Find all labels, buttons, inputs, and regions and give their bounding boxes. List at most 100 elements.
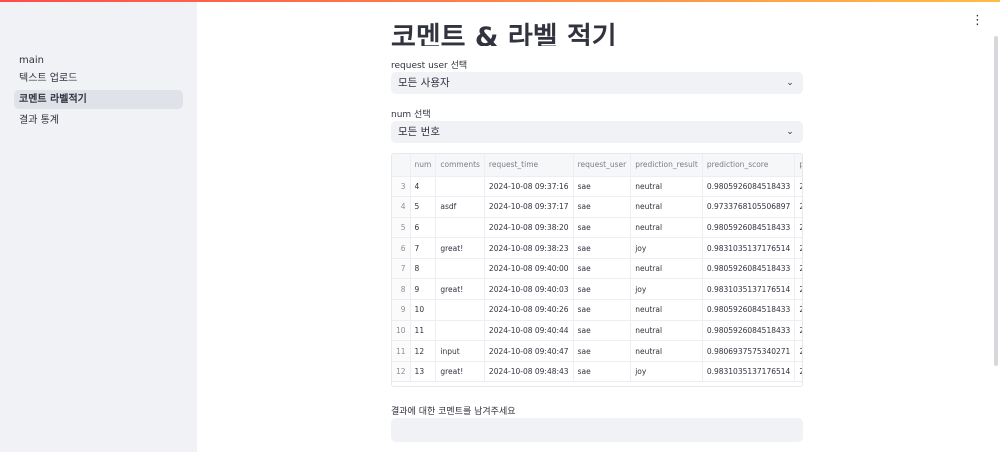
table-cell[interactable]: neutral bbox=[630, 196, 703, 218]
sidebar-item-comment-label[interactable]: 코멘트 라벨적기 bbox=[14, 90, 183, 109]
table-cell[interactable]: 7 bbox=[410, 237, 437, 259]
table-cell[interactable]: 2024-1 bbox=[794, 176, 802, 198]
table-cell[interactable]: 2024-1 bbox=[794, 278, 802, 301]
table-cell[interactable]: 4 bbox=[410, 176, 437, 198]
table-cell[interactable]: neutral bbox=[630, 320, 703, 342]
table-row[interactable]: 4 5 asdf 2024-10-08 09:37:17 sae neutral 0.973… bbox=[392, 196, 802, 218]
column-header[interactable]: request_time bbox=[484, 154, 574, 177]
table-cell[interactable]: great! bbox=[435, 237, 485, 259]
table-cell[interactable]: 2024-1 bbox=[794, 237, 802, 259]
request-user-select[interactable]: 모든 사용자 ⌄ bbox=[391, 72, 803, 94]
table-cell[interactable]: 0.9806937575340271 bbox=[702, 340, 796, 362]
table-row[interactable]: 7 8 2024-10-08 09:40:00 sae neutral 0.9805926… bbox=[392, 258, 802, 280]
table-cell[interactable]: 0.9831035137176514 bbox=[702, 237, 796, 259]
table-row[interactable]: 11 12 input 2024-10-08 09:40:47 sae neutral 0.… bbox=[392, 340, 802, 362]
table-cell[interactable]: 8 bbox=[410, 258, 437, 280]
table-row[interactable]: 12 13 great! 2024-10-08 09:48:43 sae joy 0.983… bbox=[392, 361, 802, 383]
table-cell[interactable]: 2024-10-08 09:38:23 bbox=[484, 237, 574, 259]
table-cell[interactable]: 2024-10-08 09:40:03 bbox=[484, 278, 574, 301]
column-header[interactable]: predic bbox=[794, 154, 802, 177]
table-row[interactable]: 5 6 2024-10-08 09:38:20 sae neutral 0.9805926… bbox=[392, 217, 802, 239]
table-cell[interactable]: 12 bbox=[410, 340, 437, 362]
sidebar-item-main[interactable]: main bbox=[14, 51, 183, 70]
table-cell[interactable]: sae bbox=[573, 217, 632, 239]
table-row[interactable]: 10 11 2024-10-08 09:40:44 sae neutral 0.98059… bbox=[392, 320, 802, 342]
column-header[interactable]: prediction_result bbox=[630, 154, 703, 177]
comment-textarea[interactable] bbox=[391, 418, 803, 442]
table-cell[interactable]: 0.9733768105506897 bbox=[702, 196, 796, 218]
main-content: 코멘트 & 라벨 적기 request user 선택 모든 사용자 ⌄ num… bbox=[391, 0, 804, 452]
table-cell[interactable]: 0.9805926084518433 bbox=[702, 217, 796, 239]
table-cell[interactable]: sae bbox=[573, 299, 632, 321]
table-cell[interactable]: sae bbox=[573, 176, 632, 198]
table-cell[interactable]: great! bbox=[435, 278, 485, 301]
page-scrollbar[interactable] bbox=[994, 36, 998, 366]
table-cell[interactable]: neutral bbox=[630, 299, 703, 321]
sidebar-item-text-upload[interactable]: 텍스트 업로드 bbox=[14, 69, 183, 88]
table-cell[interactable]: 2024-1 bbox=[794, 361, 802, 383]
table-cell[interactable]: 2024-10-08 09:48:43 bbox=[484, 361, 574, 383]
table-cell[interactable]: 2024-1 bbox=[794, 340, 802, 362]
table-cell[interactable]: 6 bbox=[410, 217, 437, 239]
table-cell[interactable]: joy bbox=[630, 361, 703, 383]
table-cell[interactable]: 2024-1 bbox=[794, 196, 802, 218]
table-cell[interactable]: 2024-10-08 09:37:16 bbox=[484, 176, 574, 198]
table-cell[interactable]: great! bbox=[435, 361, 485, 383]
kebab-menu-icon[interactable]: ⋮ bbox=[971, 13, 984, 29]
column-header[interactable]: prediction_score bbox=[702, 154, 796, 177]
row-index-cell: 3 bbox=[392, 176, 411, 198]
table-cell[interactable]: input bbox=[435, 340, 485, 362]
table-cell[interactable] bbox=[435, 299, 485, 321]
table-row[interactable]: 8 9 great! 2024-10-08 09:40:03 sae joy 0.98310… bbox=[392, 278, 802, 301]
table-cell[interactable]: 0.9831035137176514 bbox=[702, 361, 796, 383]
table-cell[interactable]: sae bbox=[573, 320, 632, 342]
table-cell[interactable]: sae bbox=[573, 237, 632, 259]
table-cell[interactable]: 10 bbox=[410, 299, 437, 321]
table-cell[interactable]: 2024-10-08 09:40:47 bbox=[484, 340, 574, 362]
table-row[interactable]: 6 7 great! 2024-10-08 09:38:23 sae joy 0.98310… bbox=[392, 237, 802, 259]
table-cell[interactable] bbox=[435, 320, 485, 342]
table-cell[interactable]: 2024-10-08 09:40:00 bbox=[484, 258, 574, 280]
table-cell[interactable]: 0.9831035137176514 bbox=[702, 278, 796, 301]
table-cell[interactable]: 2024-1 bbox=[794, 299, 802, 321]
table-cell[interactable]: 2024-10-08 09:38:20 bbox=[484, 217, 574, 239]
column-header[interactable]: comments bbox=[435, 154, 485, 177]
table-cell[interactable]: sae bbox=[573, 278, 632, 301]
table-cell[interactable]: neutral bbox=[630, 340, 703, 362]
table-cell[interactable] bbox=[435, 176, 485, 198]
table-cell[interactable]: sae bbox=[573, 340, 632, 362]
table-cell[interactable]: 2024-1 bbox=[794, 217, 802, 239]
table-cell[interactable]: neutral bbox=[630, 176, 703, 198]
data-table[interactable]: num comments request_time request_user p… bbox=[391, 153, 803, 387]
table-cell[interactable]: 9 bbox=[410, 278, 437, 301]
table-cell[interactable]: 5 bbox=[410, 196, 437, 218]
table-cell[interactable]: 0.9805926084518433 bbox=[702, 299, 796, 321]
table-cell[interactable]: 0.9805926084518433 bbox=[702, 176, 796, 198]
table-cell[interactable]: neutral bbox=[630, 258, 703, 280]
sidebar-item-result-stats[interactable]: 결과 통계 bbox=[14, 111, 183, 130]
page-title: 코멘트 & 라벨 적기 bbox=[391, 22, 617, 46]
num-select[interactable]: 모든 번호 ⌄ bbox=[391, 121, 803, 143]
table-cell[interactable]: sae bbox=[573, 258, 632, 280]
column-header[interactable]: num bbox=[410, 154, 437, 177]
table-cell[interactable] bbox=[435, 217, 485, 239]
table-cell[interactable]: 0.9805926084518433 bbox=[702, 258, 796, 280]
table-cell[interactable]: 2024-1 bbox=[794, 258, 802, 280]
table-cell[interactable]: joy bbox=[630, 278, 703, 301]
table-cell[interactable]: sae bbox=[573, 361, 632, 383]
table-cell[interactable]: neutral bbox=[630, 217, 703, 239]
table-cell[interactable]: asdf bbox=[435, 196, 485, 218]
table-cell[interactable]: sae bbox=[573, 196, 632, 218]
table-cell[interactable]: 11 bbox=[410, 320, 437, 342]
table-cell[interactable]: 0.9805926084518433 bbox=[702, 320, 796, 342]
table-cell[interactable]: 2024-10-08 09:40:26 bbox=[484, 299, 574, 321]
table-cell[interactable]: 2024-1 bbox=[794, 320, 802, 342]
table-row[interactable]: 9 10 2024-10-08 09:40:26 sae neutral 0.980592… bbox=[392, 299, 802, 321]
table-cell[interactable]: joy bbox=[630, 237, 703, 259]
table-cell[interactable]: 2024-10-08 09:40:44 bbox=[484, 320, 574, 342]
table-cell[interactable]: 2024-10-08 09:37:17 bbox=[484, 196, 574, 218]
table-row[interactable]: 3 4 2024-10-08 09:37:16 sae neutral 0.9805926… bbox=[392, 176, 802, 198]
table-cell[interactable]: 13 bbox=[410, 361, 437, 383]
table-cell[interactable] bbox=[435, 258, 485, 280]
column-header[interactable]: request_user bbox=[573, 154, 632, 177]
